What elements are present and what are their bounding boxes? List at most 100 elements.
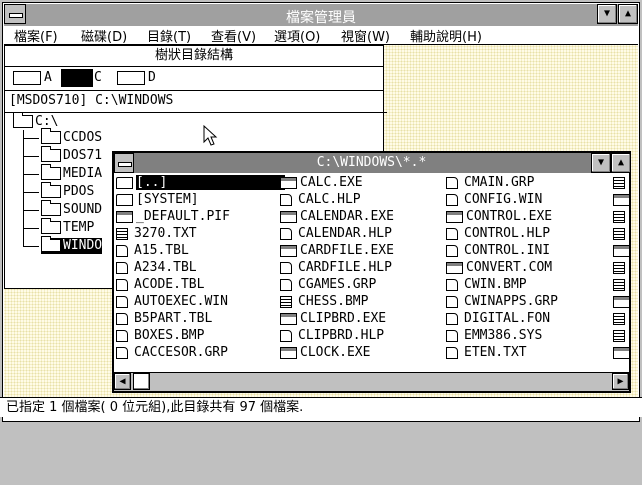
file-item[interactable]: CARDFILE.HLP xyxy=(280,260,392,276)
app-icon xyxy=(280,312,297,325)
doc-icon xyxy=(116,244,128,257)
tree-item[interactable]: SOUND xyxy=(41,200,102,218)
file-item[interactable]: CWINAPPS.GRP xyxy=(446,294,558,310)
menu-item-5[interactable]: 視窗(W) xyxy=(341,26,390,45)
txt-icon xyxy=(280,295,292,308)
file-item[interactable]: CONTROL.INI xyxy=(446,243,550,259)
file-icon xyxy=(613,177,625,189)
file-item[interactable]: CWIN.BMP xyxy=(446,277,527,293)
drive-icon xyxy=(61,68,93,87)
file-item[interactable]: CONTROL.EXE xyxy=(446,209,552,225)
menu-item-4[interactable]: 選項(O) xyxy=(274,26,320,45)
file-item[interactable]: CLIPBRD.HLP xyxy=(280,328,384,344)
file-item[interactable]: ACODE.TBL xyxy=(116,277,204,293)
file-item[interactable]: CLIPBRD.EXE xyxy=(280,311,386,327)
doc-icon xyxy=(446,176,458,189)
file-item[interactable]: CALENDAR.HLP xyxy=(280,226,392,242)
tree-item[interactable]: DOS71 xyxy=(41,146,102,164)
doc-icon xyxy=(446,278,458,291)
file-icon xyxy=(613,211,625,223)
tree-item[interactable]: CCDOS xyxy=(41,128,102,146)
doc-icon xyxy=(116,295,128,308)
menu-item-0[interactable]: 檔案(F) xyxy=(14,26,58,45)
file-icon xyxy=(613,313,625,325)
maximize-button[interactable]: ▲ xyxy=(618,4,638,24)
current-path: [MSDOS710] C:\WINDOWS xyxy=(5,90,387,113)
app-icon xyxy=(116,210,133,223)
drive-0[interactable]: A xyxy=(13,70,52,86)
directory-window-title[interactable]: C:\WINDOWS\*.* xyxy=(114,153,629,173)
menu-bar: 檔案(F) 磁碟(D) 目錄(T) 查看(V) 選項(O) 視窗(W) 輔助說明(H) xyxy=(4,26,638,45)
doc-icon xyxy=(446,193,458,206)
folder-icon xyxy=(41,236,61,252)
minimize-button[interactable]: ▼ xyxy=(597,4,617,24)
file-item[interactable]: CMAIN.GRP xyxy=(446,175,534,191)
tree-item[interactable]: PDOS xyxy=(41,182,94,200)
file-item[interactable]: CONTROL.HLP xyxy=(446,226,550,242)
menu-item-2[interactable]: 目錄(T) xyxy=(147,26,191,45)
app-icon xyxy=(280,210,297,223)
directory-maximize-button[interactable]: ▲ xyxy=(611,153,631,173)
tree-item[interactable]: WINDO xyxy=(41,236,103,254)
file-item[interactable]: AUTOEXEC.WIN xyxy=(116,294,228,310)
file-item[interactable]: [SYSTEM] xyxy=(116,192,199,208)
file-item[interactable]: CLOCK.EXE xyxy=(280,345,370,361)
title-bar[interactable]: 檔案管理員 ▼ ▲ xyxy=(4,4,638,26)
tree-item[interactable]: TEMP xyxy=(41,218,94,236)
txt-icon xyxy=(116,227,128,240)
menu-item-6[interactable]: 輔助說明(H) xyxy=(410,26,482,45)
menu-item-3[interactable]: 查看(V) xyxy=(211,26,256,45)
menu-item-1[interactable]: 磁碟(D) xyxy=(81,26,127,45)
directory-minimize-button[interactable]: ▼ xyxy=(591,153,611,173)
folder-icon xyxy=(41,146,61,162)
drive-icon xyxy=(13,70,41,85)
up-folder-icon xyxy=(116,176,133,189)
file-item[interactable]: ETEN.TXT xyxy=(446,345,527,361)
file-item[interactable]: CARDFILE.EXE xyxy=(280,243,394,259)
file-item[interactable]: BOXES.BMP xyxy=(116,328,204,344)
mouse-pointer-icon xyxy=(203,125,218,146)
file-icon xyxy=(613,245,630,257)
doc-icon xyxy=(446,244,458,257)
file-item[interactable]: B5PART.TBL xyxy=(116,311,212,327)
scroll-thumb[interactable] xyxy=(133,373,150,390)
drive-1[interactable]: C xyxy=(61,68,102,87)
doc-icon xyxy=(280,278,292,291)
tree-window-title: 樹狀目錄結構 xyxy=(5,46,383,67)
file-item[interactable]: CHESS.BMP xyxy=(280,294,368,310)
directory-system-menu-icon[interactable] xyxy=(114,153,134,173)
file-icon xyxy=(613,262,625,274)
file-item[interactable]: CALC.EXE xyxy=(280,175,363,191)
app-icon xyxy=(280,176,297,189)
doc-icon xyxy=(280,329,292,342)
doc-icon xyxy=(446,329,458,342)
file-item[interactable]: _DEFAULT.PIF xyxy=(116,209,230,225)
doc-icon xyxy=(116,261,128,274)
status-bar: 已指定 1 個檔案( 0 位元組),此目錄共有 97 個檔案. xyxy=(0,397,642,417)
file-item[interactable]: CGAMES.GRP xyxy=(280,277,376,293)
window-title: 檔案管理員 xyxy=(286,10,356,26)
file-item[interactable]: CONVERT.COM xyxy=(446,260,552,276)
tree-item[interactable]: MEDIA xyxy=(41,164,102,182)
file-item[interactable]: CACCESOR.GRP xyxy=(116,345,228,361)
file-item[interactable]: CALC.HLP xyxy=(280,192,361,208)
file-item[interactable]: A15.TBL xyxy=(116,243,189,259)
scroll-right-button[interactable]: ▶ xyxy=(612,373,629,390)
doc-icon xyxy=(116,278,128,291)
file-item[interactable]: CONFIG.WIN xyxy=(446,192,542,208)
tree-root[interactable]: C:\ xyxy=(13,112,58,130)
file-item[interactable]: DIGITAL.FON xyxy=(446,311,550,327)
scroll-left-button[interactable]: ◀ xyxy=(114,373,131,390)
file-item[interactable]: [..] xyxy=(116,175,286,191)
drive-icon xyxy=(117,70,145,85)
drive-2[interactable]: D xyxy=(117,70,156,86)
file-item[interactable]: 3270.TXT xyxy=(116,226,197,242)
file-item[interactable]: A234.TBL xyxy=(116,260,197,276)
horizontal-scrollbar[interactable]: ◀ ▶ xyxy=(114,372,629,391)
doc-icon xyxy=(446,227,458,240)
directory-window[interactable]: C:\WINDOWS\*.* ▼ ▲ [..] [SYSTEM] _DEFAULT.… xyxy=(112,151,631,393)
file-icon xyxy=(613,330,625,342)
file-item[interactable]: CALENDAR.EXE xyxy=(280,209,394,225)
file-item[interactable]: EMM386.SYS xyxy=(446,328,542,344)
app-icon xyxy=(280,244,297,257)
